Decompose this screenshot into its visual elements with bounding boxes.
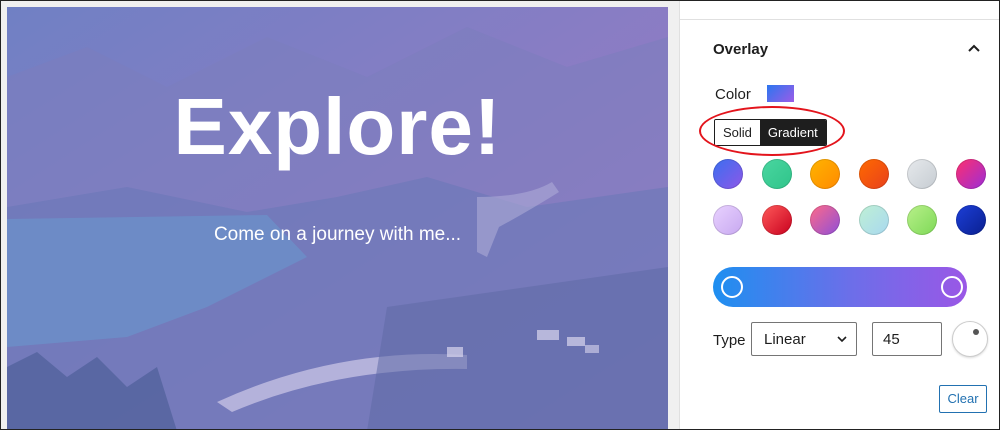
cover-subtitle[interactable]: Come on a journey with me... [7, 224, 668, 246]
gradient-type-select[interactable]: Linear [751, 322, 857, 356]
chevron-up-icon[interactable] [966, 41, 982, 57]
clear-button[interactable]: Clear [939, 385, 987, 413]
gradient-preset-swatch[interactable] [858, 159, 889, 189]
gradient-preset-swatch[interactable] [907, 205, 937, 235]
overlay-panel-title[interactable]: Overlay [713, 41, 768, 58]
gradient-preset-swatch[interactable] [810, 159, 840, 189]
gradient-preset-swatch[interactable] [907, 159, 937, 189]
landscape-background [7, 7, 668, 429]
cover-title[interactable]: Explore! [7, 81, 668, 173]
gradient-preset-swatch[interactable] [713, 205, 743, 235]
gradient-stop-start[interactable] [721, 276, 743, 298]
editor-window: Explore! Come on a journey with me... Ov… [0, 0, 1000, 430]
chevron-down-icon [837, 336, 847, 343]
gradient-preset-swatch[interactable] [858, 205, 889, 235]
angle-input[interactable]: 45 [872, 322, 942, 356]
gradient-preset-swatch[interactable] [955, 159, 986, 189]
angle-value: 45 [883, 331, 900, 348]
gradient-bar[interactable] [713, 267, 967, 307]
gradient-preset-swatch[interactable] [955, 205, 986, 235]
gradient-type-value: Linear [764, 331, 806, 348]
type-label: Type [713, 332, 746, 349]
settings-sidebar: Overlay Color Solid Gradient Type Linear… [679, 1, 999, 429]
gradient-preset-swatch[interactable] [761, 205, 792, 235]
gradient-preset-swatch[interactable] [810, 205, 840, 235]
current-color-swatch[interactable] [767, 85, 794, 102]
gradient-preset-swatch[interactable] [761, 159, 792, 189]
gradient-stop-end[interactable] [941, 276, 963, 298]
angle-dial-picker[interactable] [952, 321, 988, 357]
angle-indicator [973, 329, 979, 335]
color-label: Color [715, 86, 751, 103]
highlight-circle [699, 106, 845, 156]
cover-block[interactable]: Explore! Come on a journey with me... [7, 7, 668, 429]
gradient-preset-swatch[interactable] [713, 159, 743, 189]
divider [680, 19, 999, 20]
